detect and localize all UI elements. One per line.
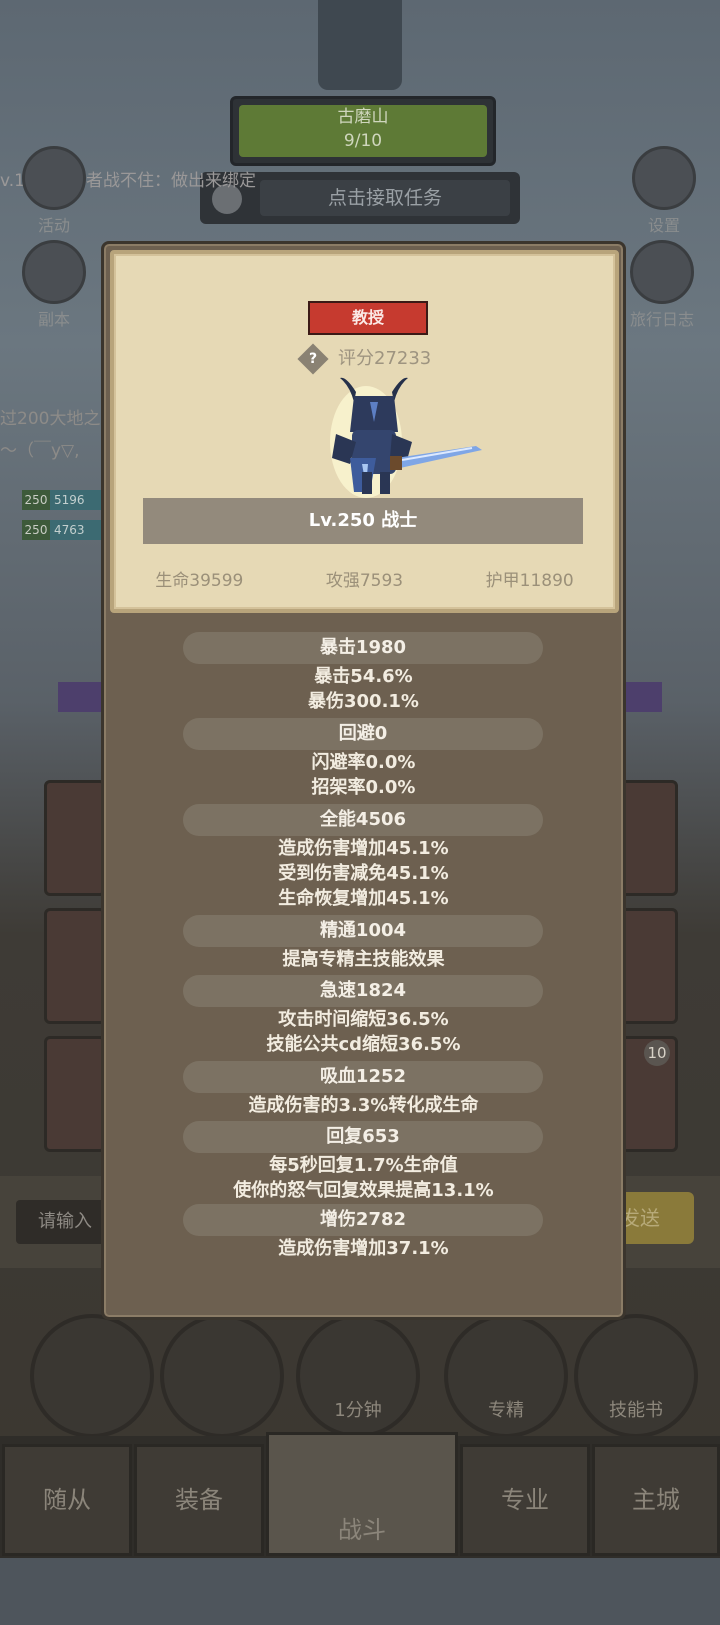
gear-icon [632,146,696,210]
activity-icon [22,146,86,210]
tab-equipment[interactable]: 装备 [134,1444,264,1556]
stat-line: 每5秒回复1.7%生命值 [269,1155,458,1176]
party-level-chip: 250 [22,490,50,510]
partial-text-2: ～（￣y▽, [0,441,80,461]
chest-button[interactable]: 1分钟 [296,1314,420,1438]
bottom-nav: 随从 装备 战斗 专业 主城 [0,1432,720,1558]
score-label: 评分27233 [338,348,432,369]
tab-battle[interactable]: 战斗 [266,1432,458,1556]
stat-line: 生命恢复增加45.1% [278,888,449,909]
stat-header: 全能4506 [183,804,543,836]
armor-stat: 护甲11890 [485,571,574,591]
progress-strip-left [58,682,102,712]
stat-line: 暴伤300.1% [308,691,419,712]
tab-followers[interactable]: 随从 [2,1444,132,1556]
stat-line: 暴击54.6% [314,666,413,687]
travel-log-label: 旅行日志 [629,310,694,329]
grid-card[interactable] [44,780,106,896]
attack-power-stat: 攻强7593 [325,571,404,591]
hp-stat: 生命39599 [155,571,244,591]
party-hp-chip: 5196 [50,490,102,510]
skill-book-button[interactable]: 技能书 [574,1314,698,1438]
warrior-portrait [330,377,482,498]
stat-header: 急速1824 [183,975,543,1007]
character-card: 教授 ?评分27233 Lv.250 战士 生命39599 攻强7593 护甲 [110,250,619,613]
settings-button[interactable]: 设置 [624,146,704,236]
partial-text-1: 过200大地之 [0,409,101,429]
specialization-label: 专精 [488,1400,524,1421]
score: ? 评分27233 [297,343,432,375]
base-stats: 生命39599 攻强7593 护甲11890 [114,566,615,591]
specialization-button[interactable]: 专精 [444,1314,568,1438]
activity-button[interactable]: 活动 [14,146,94,236]
stat-line: 闪避率0.0% [311,752,416,773]
quest-progress-bar: 古磨山 9/10 [239,105,487,157]
stat-line: 受到伤害减免45.1% [278,863,449,884]
dungeon-button[interactable]: 副本 [14,240,94,330]
quest-progress: 9/10 [343,131,383,151]
skill-book-label: 技能书 [609,1400,663,1421]
stat-line: 造成伤害增加45.1% [278,838,449,859]
rank-badge: 教授 [308,301,428,335]
travel-log-button[interactable]: 旅行日志 [612,240,712,330]
count-badge: 10 [644,1040,670,1066]
stat-header: 精通1004 [183,915,543,947]
stat-line: 技能公共cd缩短36.5% [266,1034,461,1055]
activity-label: 活动 [37,216,70,235]
quest-name: 古磨山 [337,107,389,127]
stat-line: 提高专精主技能效果 [282,949,445,970]
stat-line: 使你的怒气回复效果提高13.1% [233,1180,494,1201]
tower-ornament [318,0,402,90]
party-level-chip: 250 [22,520,50,540]
stat-line: 造成伤害增加37.1% [278,1238,449,1259]
stat-header: 暴击1980 [183,632,543,664]
grid-card[interactable] [44,908,106,1024]
level-class-bar: Lv.250 战士 [143,498,583,544]
stat-header: 回复653 [183,1121,543,1153]
settings-label: 设置 [647,216,680,235]
quest-panel[interactable]: 古磨山 9/10 [230,96,496,166]
help-icon[interactable]: ? [297,343,329,375]
chest-timer: 1分钟 [334,1400,382,1421]
party-hp-chip: 4763 [50,520,102,540]
dungeon-label: 副本 [37,310,70,329]
stat-header: 增伤2782 [183,1204,543,1236]
potion-button[interactable] [30,1314,154,1438]
tab-main-city[interactable]: 主城 [592,1444,720,1556]
send-button[interactable]: 发送 [614,1192,694,1244]
stat-header: 吸血1252 [183,1061,543,1093]
dungeon-icon [22,240,86,304]
stat-line: 攻击时间缩短36.5% [278,1009,449,1030]
grid-card[interactable] [44,1036,106,1152]
stat-header: 回避0 [183,718,543,750]
tab-profession[interactable]: 专业 [460,1444,590,1556]
journal-icon [630,240,694,304]
stat-line: 招架率0.0% [311,777,416,798]
stat-line: 造成伤害的3.3%转化成生命 [248,1095,479,1116]
character-stats-modal: 教授 ?评分27233 Lv.250 战士 生命39599 攻强7593 护甲 [101,241,626,1320]
accept-task-button[interactable]: 点击接取任务 [260,180,510,216]
bread-button[interactable] [160,1314,284,1438]
